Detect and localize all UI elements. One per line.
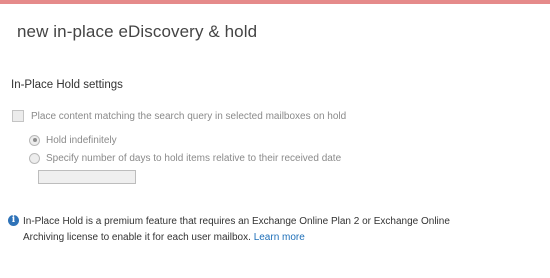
dialog-title: new in-place eDiscovery & hold xyxy=(17,22,258,41)
hold-indefinitely-option[interactable]: Hold indefinitely xyxy=(29,133,117,147)
info-icon: i xyxy=(8,215,19,226)
place-content-on-hold-checkbox[interactable] xyxy=(12,110,24,122)
section-heading-hold-settings: In-Place Hold settings xyxy=(11,79,123,91)
place-content-on-hold-label: Place content matching the search query … xyxy=(31,110,347,122)
specify-days-option[interactable]: Specify number of days to hold items rel… xyxy=(29,151,341,165)
hold-indefinitely-radio[interactable] xyxy=(29,134,40,146)
hold-indefinitely-label: Hold indefinitely xyxy=(46,134,117,146)
premium-feature-notice-text: In-Place Hold is a premium feature that … xyxy=(23,216,450,243)
window-top-border xyxy=(0,0,550,4)
days-to-hold-input[interactable] xyxy=(38,170,136,184)
place-content-on-hold-option[interactable]: Place content matching the search query … xyxy=(12,109,346,123)
specify-days-radio[interactable] xyxy=(29,152,40,164)
learn-more-link[interactable]: Learn more xyxy=(254,232,305,243)
specify-days-label: Specify number of days to hold items rel… xyxy=(46,152,342,164)
premium-feature-notice: In-Place Hold is a premium feature that … xyxy=(23,214,493,245)
